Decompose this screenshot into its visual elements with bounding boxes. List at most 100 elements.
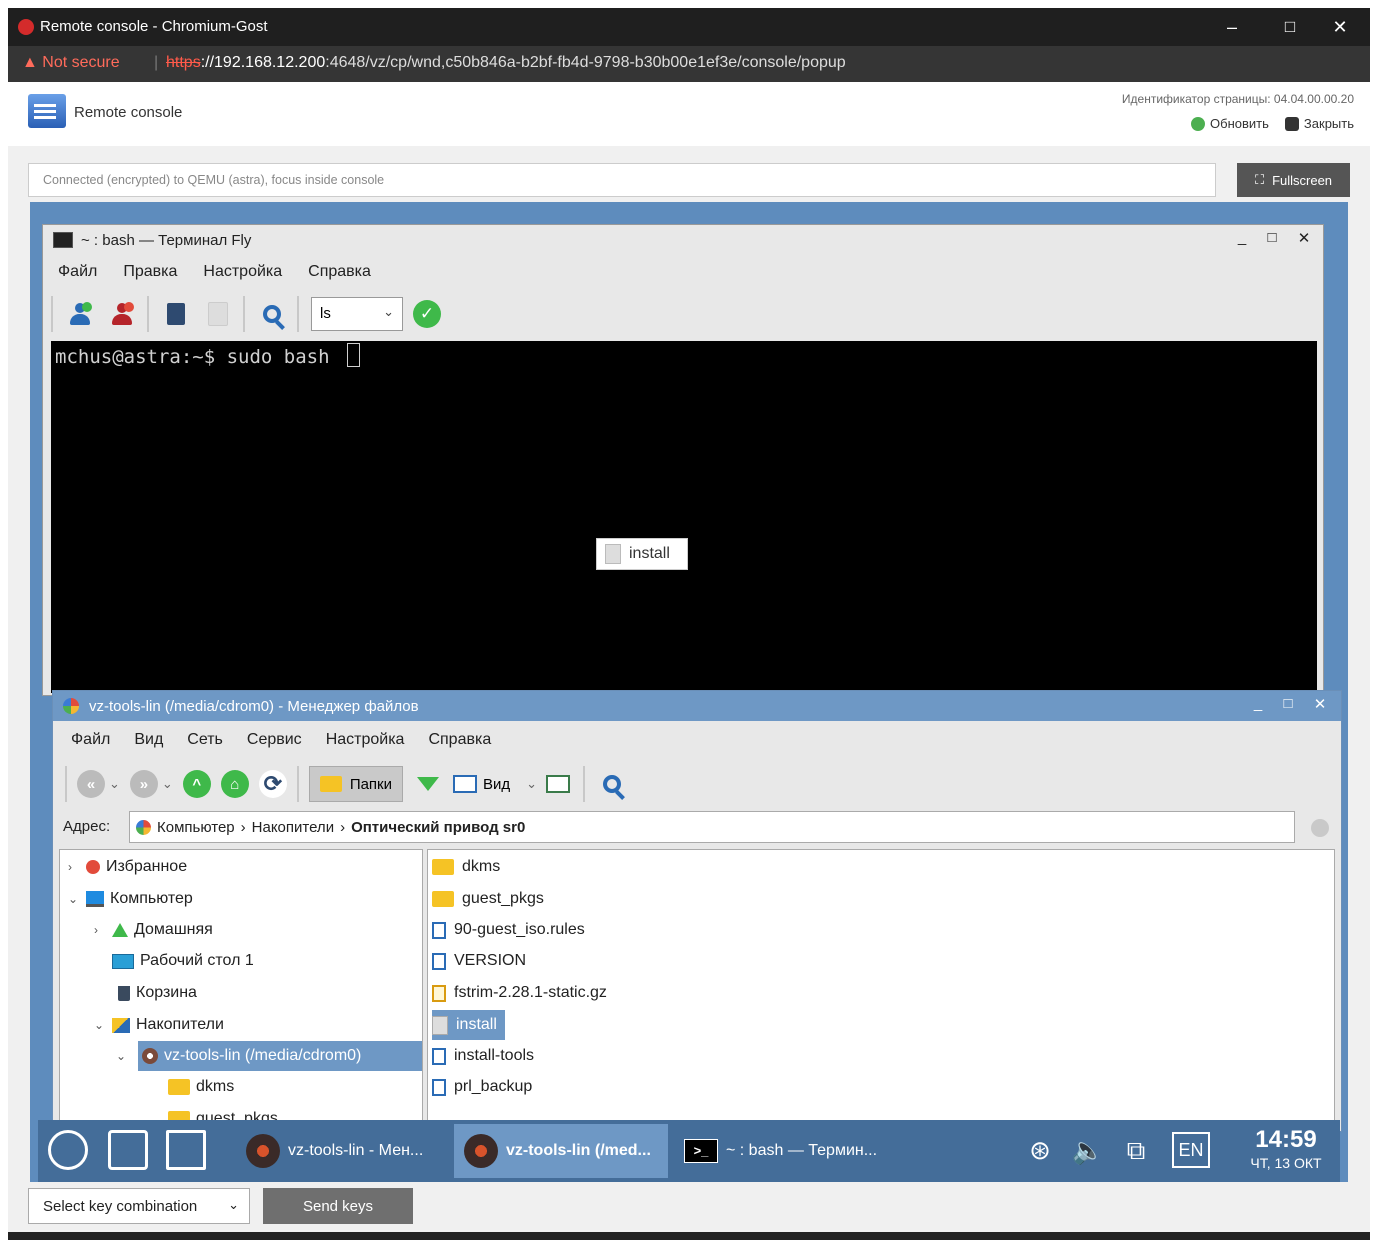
start-menu-icon[interactable] [48,1130,88,1170]
address-breadcrumb[interactable]: Компьютер › Накопители › Оптический прив… [129,811,1295,843]
new-session-icon [68,302,92,326]
home-button[interactable]: ⌂ [220,770,249,798]
back-button[interactable]: « [77,770,105,798]
expand-arrow-icon[interactable]: › [68,860,80,874]
find-button[interactable] [257,299,287,329]
windows-switcher-icon[interactable] [108,1130,148,1170]
refresh-link[interactable]: Обновить [1191,116,1269,131]
expand-arrow-icon[interactable]: › [94,923,106,937]
run-command-button[interactable]: ✓ [413,300,441,328]
terminal-menu-help[interactable]: Справка [308,263,371,281]
address-bar[interactable]: ▲ Not secure | https://192.168.12.200:46… [8,46,1370,82]
tree-item-drives[interactable]: ⌄ Накопители [94,1010,224,1040]
fm-menu-help[interactable]: Справка [428,731,491,749]
up-button[interactable]: ^ [182,770,211,798]
collapse-arrow-icon[interactable]: ⌄ [68,892,80,906]
fm-maximize-button[interactable]: □ [1277,695,1299,712]
tree-item-trash[interactable]: Корзина [118,978,197,1008]
tree-item-cdrom[interactable]: vz-tools-lin (/media/cdrom0) [138,1041,422,1071]
tree-label: Домашняя [134,921,213,938]
show-desktop-icon[interactable] [166,1130,206,1170]
crumb-computer[interactable]: Компьютер [157,819,235,836]
fm-menu-settings[interactable]: Настройка [326,731,405,749]
file-item[interactable]: fstrim-2.28.1-static.gz [432,978,615,1008]
file-manager-title-bar[interactable]: vz-tools-lin (/media/cdrom0) - Менеджер … [53,691,1341,721]
window-minimize-button[interactable]: – [1212,14,1252,40]
url-text[interactable]: https://192.168.12.200:4648/vz/cp/wnd,c5… [166,54,846,72]
file-manager-window[interactable]: vz-tools-lin (/media/cdrom0) - Менеджер … [52,690,1342,1132]
fm-menu-view[interactable]: Вид [134,731,163,749]
terminal-minimize-button[interactable]: _ [1231,229,1253,246]
display-icon[interactable]: ⧉ [1118,1130,1154,1170]
filter-icon[interactable] [417,777,439,791]
forward-history-chevron-icon[interactable]: ⌄ [162,776,173,792]
fullscreen-button[interactable]: ⛶ Fullscreen [1237,163,1350,197]
back-history-chevron-icon[interactable]: ⌄ [109,776,120,792]
file-item-selected[interactable]: install [432,1010,505,1040]
fm-close-button[interactable]: ✕ [1309,695,1331,713]
forward-button[interactable]: » [129,770,158,798]
file-item[interactable]: prl_backup [432,1072,540,1102]
terminal-close-button[interactable]: ✕ [1293,229,1315,247]
terminal-menu-settings[interactable]: Настройка [203,263,282,281]
close-tab-button[interactable] [107,299,137,329]
terminal-window[interactable]: ~ : bash — Терминал Fly _ □ ✕ Файл Правк… [42,224,1324,696]
paste-button[interactable] [203,299,233,329]
new-tab-button[interactable] [65,299,95,329]
file-item[interactable]: install-tools [432,1041,542,1071]
file-list[interactable]: dkms guest_pkgs 90-guest_iso.rules VERSI… [427,849,1335,1131]
command-combo[interactable]: ls ⌄ [311,297,403,331]
file-item[interactable]: VERSION [432,946,534,976]
copy-button[interactable] [161,299,191,329]
view-mode-button[interactable]: Вид ⌄ [453,775,537,793]
toolbar-separator [583,766,586,802]
file-item[interactable]: 90-guest_iso.rules [432,915,593,945]
split-view-icon [546,775,571,793]
volume-icon[interactable]: 🔈 [1070,1130,1106,1170]
collapse-arrow-icon[interactable]: ⌄ [116,1049,128,1063]
close-link[interactable]: Закрыть [1284,116,1354,131]
terminal-menu-file[interactable]: Файл [58,263,97,281]
task-terminal[interactable]: >_ ~ : bash — Термин... [674,1124,894,1178]
address-go-icon[interactable] [1311,819,1329,837]
terminal-maximize-button[interactable]: □ [1261,229,1283,246]
tree-item-desktop[interactable]: Рабочий стол 1 [112,946,254,976]
back-icon: « [86,775,96,793]
clock[interactable]: 14:59 ЧТ, 13 ОКТ [1238,1126,1334,1172]
tree-item-computer[interactable]: ⌄ Компьютер [68,884,193,914]
tree-item-dkms[interactable]: dkms [168,1072,234,1102]
keyboard-layout-indicator[interactable]: EN [1172,1132,1210,1168]
fm-menu-file[interactable]: Файл [71,731,110,749]
tree-item-home[interactable]: › Домашняя [94,915,213,945]
terminal-title-bar[interactable]: ~ : bash — Терминал Fly _ □ ✕ [43,225,1323,255]
split-view-button[interactable] [543,769,573,799]
send-keys-button[interactable]: Send keys [263,1188,413,1224]
folders-toggle-button[interactable]: Папки [308,766,403,802]
terminal-output[interactable]: mchus@astra:~$ sudo bash [51,341,1317,693]
fm-menu-network[interactable]: Сеть [187,731,223,749]
fm-menu-service[interactable]: Сервис [247,731,302,749]
reload-button[interactable]: ⟳ [258,770,287,798]
terminal-menu-edit[interactable]: Правка [123,263,177,281]
toolbar-separator [51,296,53,332]
collapse-arrow-icon[interactable]: ⌄ [94,1018,106,1032]
task-file-manager-2[interactable]: vz-tools-lin (/med... [454,1124,668,1178]
file-item[interactable]: guest_pkgs [432,884,552,914]
fm-minimize-button[interactable]: _ [1247,695,1269,712]
folder-tree[interactable]: › Избранное ⌄ Компьютер › Домашняя Рабочий … [59,849,423,1131]
network-icon[interactable]: ⊛ [1022,1130,1058,1170]
crumb-optical-drive[interactable]: Оптический привод sr0 [351,819,525,836]
key-combination-select[interactable]: Select key combination ⌄ [28,1188,250,1224]
window-close-button[interactable]: ✕ [1320,14,1360,40]
tree-item-cdrom-arrow[interactable]: ⌄ [116,1041,128,1071]
crumb-drives[interactable]: Накопители [252,819,334,836]
fm-search-button[interactable] [597,769,627,799]
file-item[interactable]: dkms [432,852,508,882]
window-maximize-button[interactable]: □ [1270,14,1310,40]
dragged-file[interactable]: install [596,538,688,570]
security-warning[interactable]: ▲ Not secure [22,54,120,72]
tree-item-favorites[interactable]: › Избранное [68,852,187,882]
view-icon [453,775,477,793]
task-file-manager-1[interactable]: vz-tools-lin - Мен... [236,1124,436,1178]
desktop-icon [112,953,134,969]
